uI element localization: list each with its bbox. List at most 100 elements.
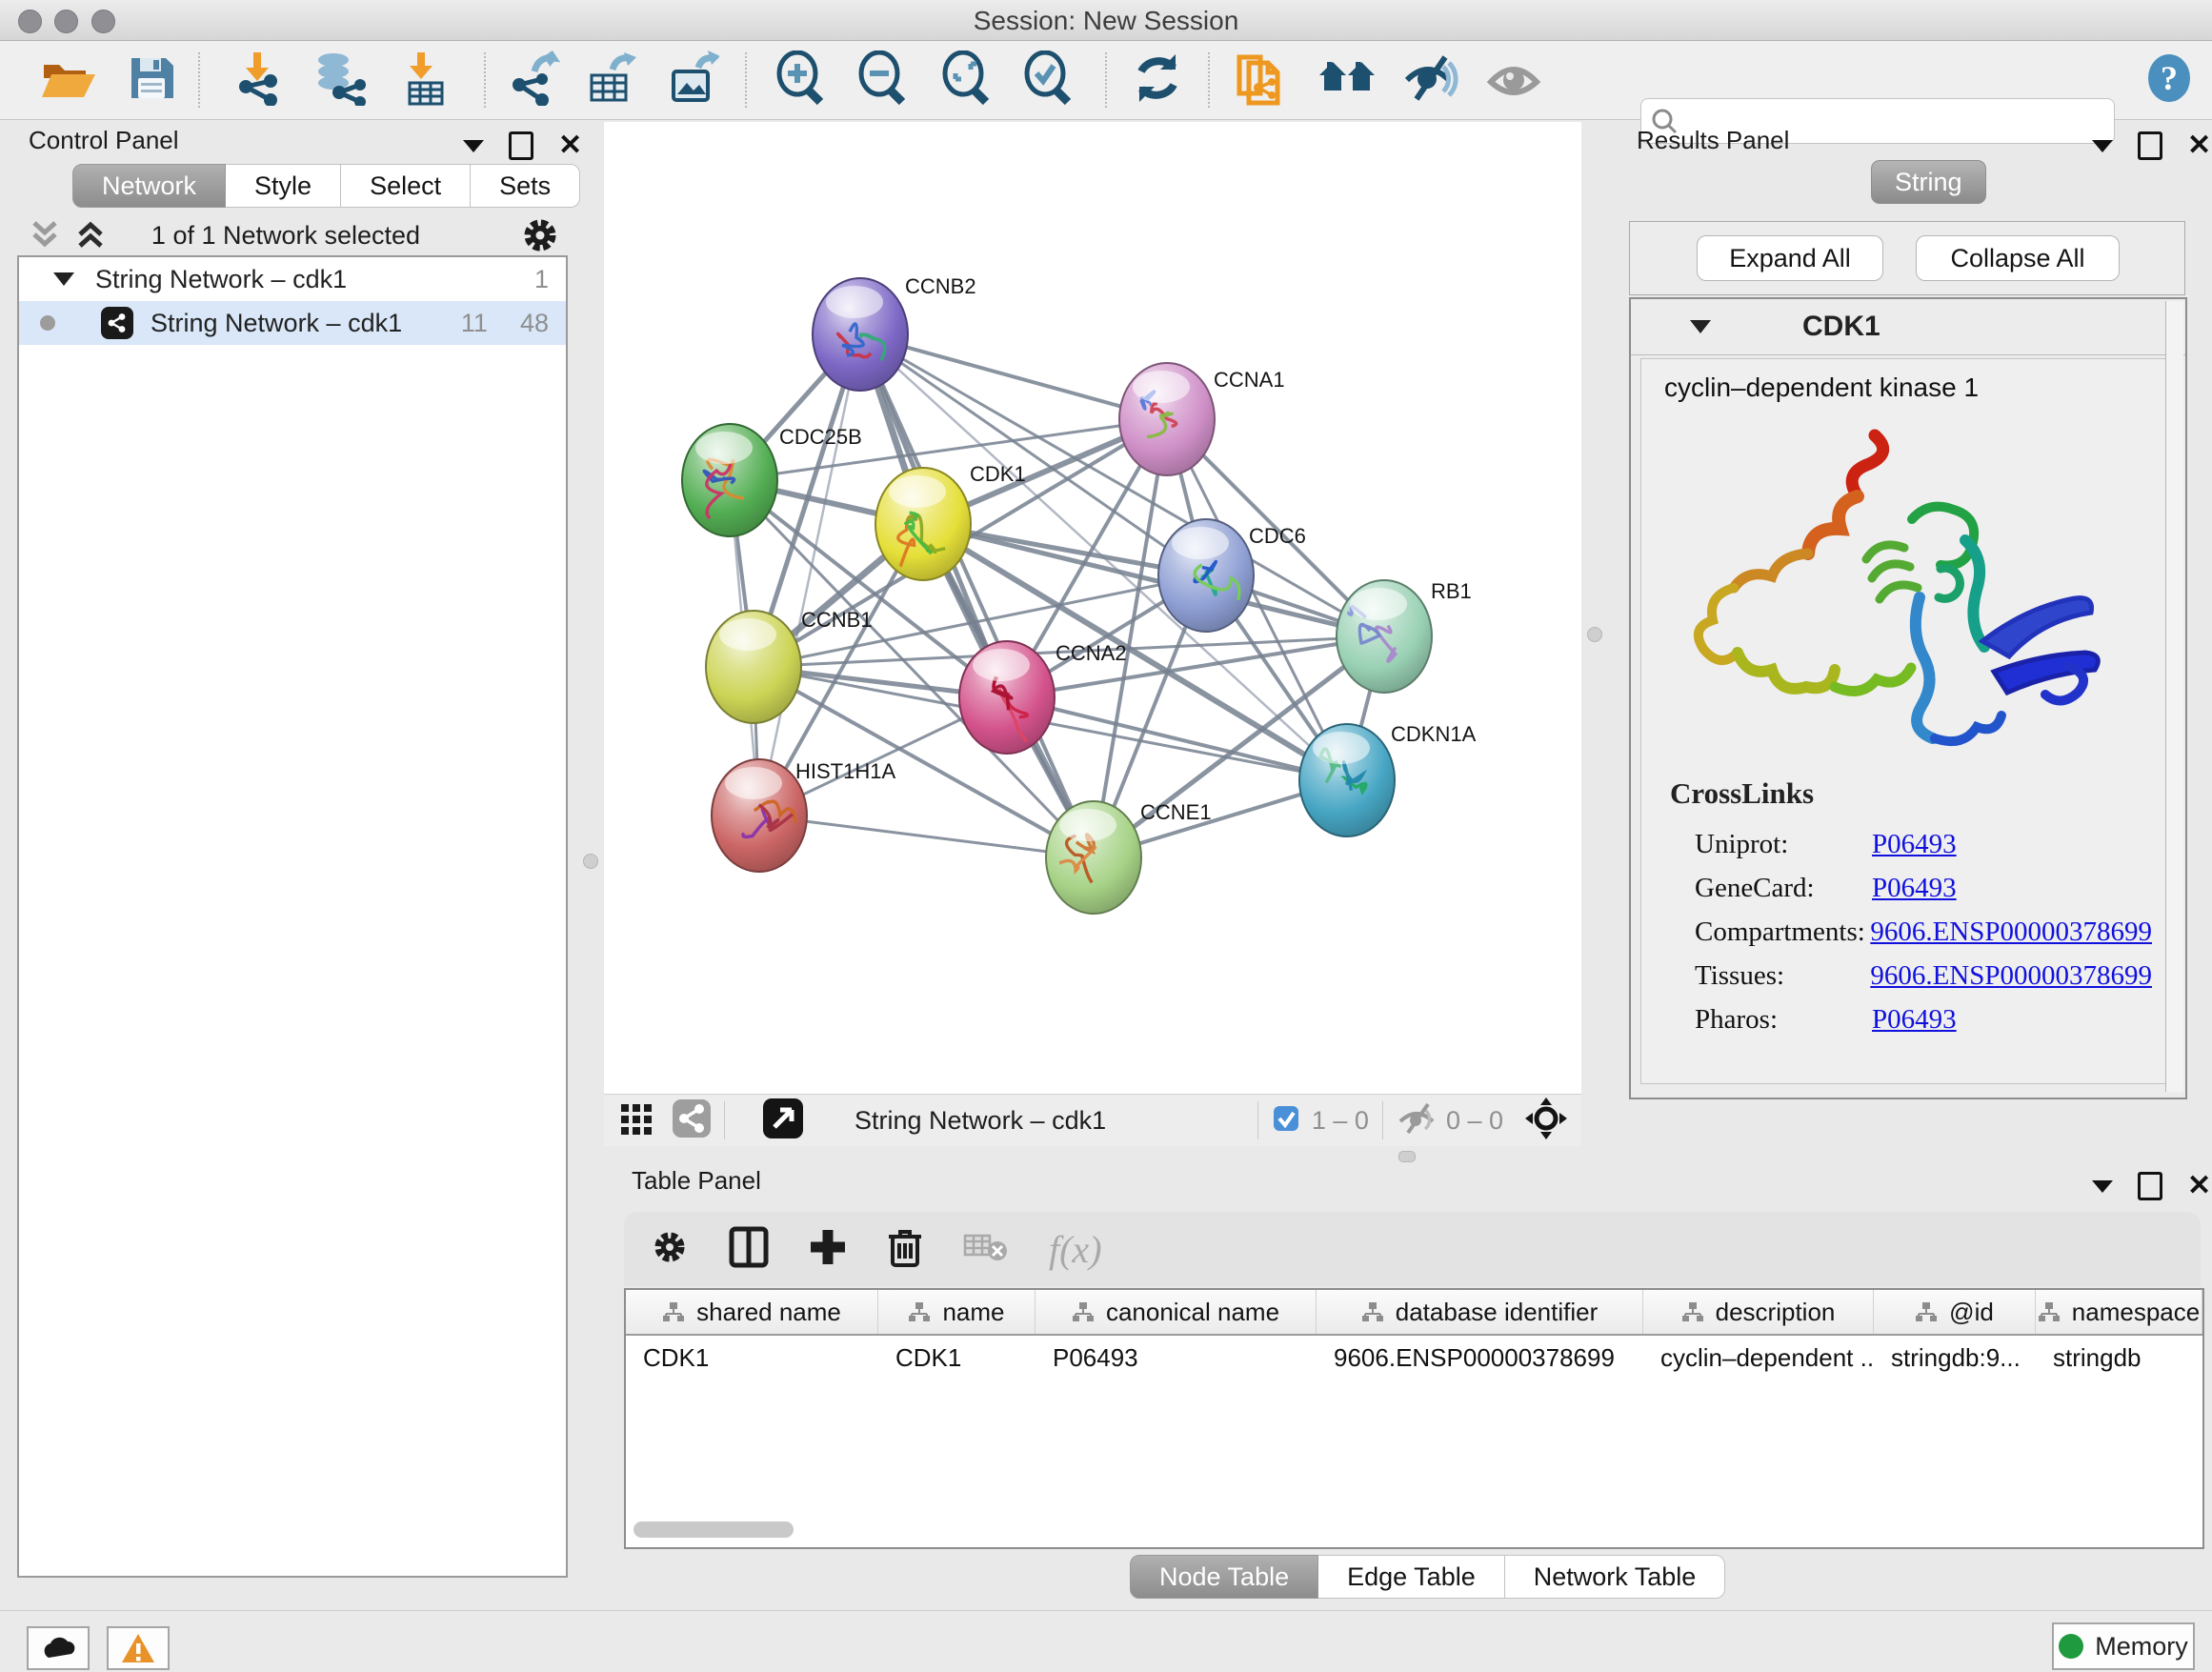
network-canvas[interactable]: CCNB2 CCNA1 CDC25B CDK1 CDC6RB1 CCNB1 CCNA2 CDK… — [604, 122, 1581, 1094]
tab-edge-table[interactable]: Edge Table — [1318, 1555, 1505, 1599]
zoom-in-button[interactable] — [770, 49, 833, 111]
right-splitter-grip[interactable] — [1587, 627, 1602, 642]
zoom-fit-button[interactable] — [935, 49, 998, 111]
results-scrollbar[interactable] — [2165, 301, 2183, 1092]
network-selection-status: 1 of 1 Network selected — [0, 221, 572, 251]
node-label-CDC25B: CDC25B — [779, 425, 862, 449]
open-session-button[interactable] — [36, 49, 99, 111]
network-node-CDC6[interactable]: CDC6 — [1158, 519, 1306, 632]
hide-selected-button[interactable] — [1398, 49, 1461, 111]
network-node-CCNB1[interactable]: CCNB1 — [706, 608, 873, 723]
attribute-type-icon — [1072, 1301, 1095, 1322]
node-label-CCNB1: CCNB1 — [801, 608, 873, 632]
delete-table-button[interactable] — [963, 1230, 1009, 1269]
show-all-button[interactable] — [1482, 49, 1545, 111]
hidden-eye-slash-icon[interactable] — [1397, 1102, 1437, 1139]
export-image-button[interactable] — [661, 49, 724, 111]
panel-menu-icon[interactable] — [2092, 1180, 2113, 1193]
warning-status-button[interactable] — [107, 1626, 170, 1670]
tab-style[interactable]: Style — [226, 164, 341, 208]
column-header--id[interactable]: @id — [1874, 1290, 2036, 1334]
tab-sets[interactable]: Sets — [471, 164, 580, 208]
network-edge-CCNA2-CDKN1A[interactable] — [1007, 697, 1347, 780]
column-header-shared-name[interactable]: shared name — [626, 1290, 878, 1334]
network-node-CDKN1A[interactable]: CDKN1A — [1299, 722, 1477, 836]
network-edge-CCNB2-HIST1H1A[interactable] — [759, 334, 860, 816]
network-view-share-button[interactable] — [673, 1099, 711, 1142]
network-collection-label: String Network – cdk1 — [95, 265, 347, 294]
add-column-button[interactable] — [809, 1227, 847, 1272]
panel-float-icon[interactable] — [2138, 1172, 2162, 1200]
left-splitter-grip[interactable] — [583, 854, 598, 869]
save-session-button[interactable] — [120, 49, 183, 111]
import-network-database-button[interactable] — [307, 49, 370, 111]
table-horizontal-scrollbar[interactable] — [633, 1521, 794, 1538]
birds-eye-view-button[interactable] — [1317, 49, 1379, 111]
export-table-button[interactable] — [579, 49, 642, 111]
crosshair-pan-button[interactable] — [1524, 1097, 1568, 1145]
selected-checkbox[interactable] — [1272, 1104, 1300, 1138]
tab-string[interactable]: String — [1871, 160, 1986, 204]
network-node-CDC25B[interactable]: CDC25B — [682, 424, 862, 536]
detach-view-button[interactable] — [763, 1098, 803, 1143]
copy-network-button[interactable] — [1229, 49, 1292, 111]
network-collection-row[interactable]: String Network – cdk1 1 — [19, 257, 566, 301]
tree-expand-icon[interactable] — [53, 272, 74, 286]
toolbar-separator — [1105, 52, 1107, 108]
panel-menu-icon[interactable] — [2092, 140, 2113, 152]
bottom-splitter-grip[interactable] — [1398, 1151, 1416, 1162]
panel-close-icon[interactable]: ✕ — [2187, 1175, 2211, 1198]
memory-button[interactable]: Memory — [2052, 1622, 2195, 1670]
column-header-namespace[interactable]: namespace — [2036, 1290, 2202, 1334]
gene-collapse-icon[interactable] — [1690, 320, 1711, 333]
column-header-description[interactable]: description — [1643, 1290, 1874, 1334]
network-node-CCNB2[interactable]: CCNB2 — [813, 274, 976, 391]
import-network-file-button[interactable] — [227, 49, 290, 111]
function-builder-button[interactable]: f(x) — [1049, 1227, 1102, 1272]
network-node-CCNE1[interactable]: CCNE1 — [1046, 800, 1212, 914]
crosslink-link[interactable]: P06493 — [1872, 829, 1957, 860]
refresh-view-button[interactable] — [1126, 49, 1189, 111]
column-header-database-identifier[interactable]: database identifier — [1317, 1290, 1643, 1334]
table-row[interactable]: CDK1CDK1P064939606.ENSP00000378699cyclin… — [626, 1336, 2202, 1380]
column-header-name[interactable]: name — [878, 1290, 1036, 1334]
gene-header-row[interactable]: CDK1 — [1631, 299, 2185, 355]
expand-all-button[interactable]: Expand All — [1697, 235, 1883, 281]
panel-float-icon[interactable] — [2138, 131, 2162, 160]
delete-column-button[interactable] — [887, 1225, 923, 1274]
panel-close-icon[interactable]: ✕ — [2187, 134, 2211, 157]
network-node-count: 11 — [461, 309, 488, 338]
cloud-status-button[interactable] — [27, 1626, 90, 1670]
network-node-CCNA2[interactable]: CCNA2 — [959, 641, 1127, 754]
attribute-type-icon — [1681, 1301, 1704, 1322]
panel-float-icon[interactable] — [509, 131, 533, 160]
crosslink-link[interactable]: P06493 — [1872, 1004, 1957, 1036]
zoom-selected-button[interactable] — [1017, 49, 1080, 111]
tab-select[interactable]: Select — [341, 164, 471, 208]
network-node-HIST1H1A[interactable]: HIST1H1A — [712, 759, 895, 872]
import-table-file-button[interactable] — [392, 49, 455, 111]
crosslink-link[interactable]: 9606.ENSP00000378699 — [1870, 917, 2152, 948]
grid-view-button[interactable] — [619, 1100, 655, 1141]
crosslink-link[interactable]: P06493 — [1872, 873, 1957, 904]
table-settings-button[interactable] — [651, 1228, 689, 1271]
show-columns-button[interactable] — [729, 1226, 769, 1273]
tab-network-table[interactable]: Network Table — [1505, 1555, 1726, 1599]
tab-node-table[interactable]: Node Table — [1130, 1555, 1318, 1599]
toolbar-separator — [484, 52, 486, 108]
network-node-CDK1[interactable]: CDK1 — [875, 462, 1026, 580]
collapse-all-button[interactable]: Collapse All — [1916, 235, 2120, 281]
network-edge-HIST1H1A-CCNE1[interactable] — [759, 816, 1094, 857]
network-node-RB1[interactable]: RB1 — [1329, 579, 1472, 693]
help-button[interactable]: ? — [2138, 49, 2201, 111]
crosslink-link[interactable]: 9606.ENSP00000378699 — [1870, 960, 2152, 992]
panel-menu-icon[interactable] — [463, 140, 484, 152]
network-options-button[interactable] — [520, 215, 560, 260]
tab-network[interactable]: Network — [72, 164, 226, 208]
panel-close-icon[interactable]: ✕ — [558, 134, 582, 157]
network-row[interactable]: String Network – cdk1 11 48 — [19, 301, 566, 345]
network-node-CCNA1[interactable]: CCNA1 — [1119, 363, 1285, 475]
export-network-button[interactable] — [503, 49, 566, 111]
column-header-canonical-name[interactable]: canonical name — [1036, 1290, 1317, 1334]
zoom-out-button[interactable] — [852, 49, 915, 111]
